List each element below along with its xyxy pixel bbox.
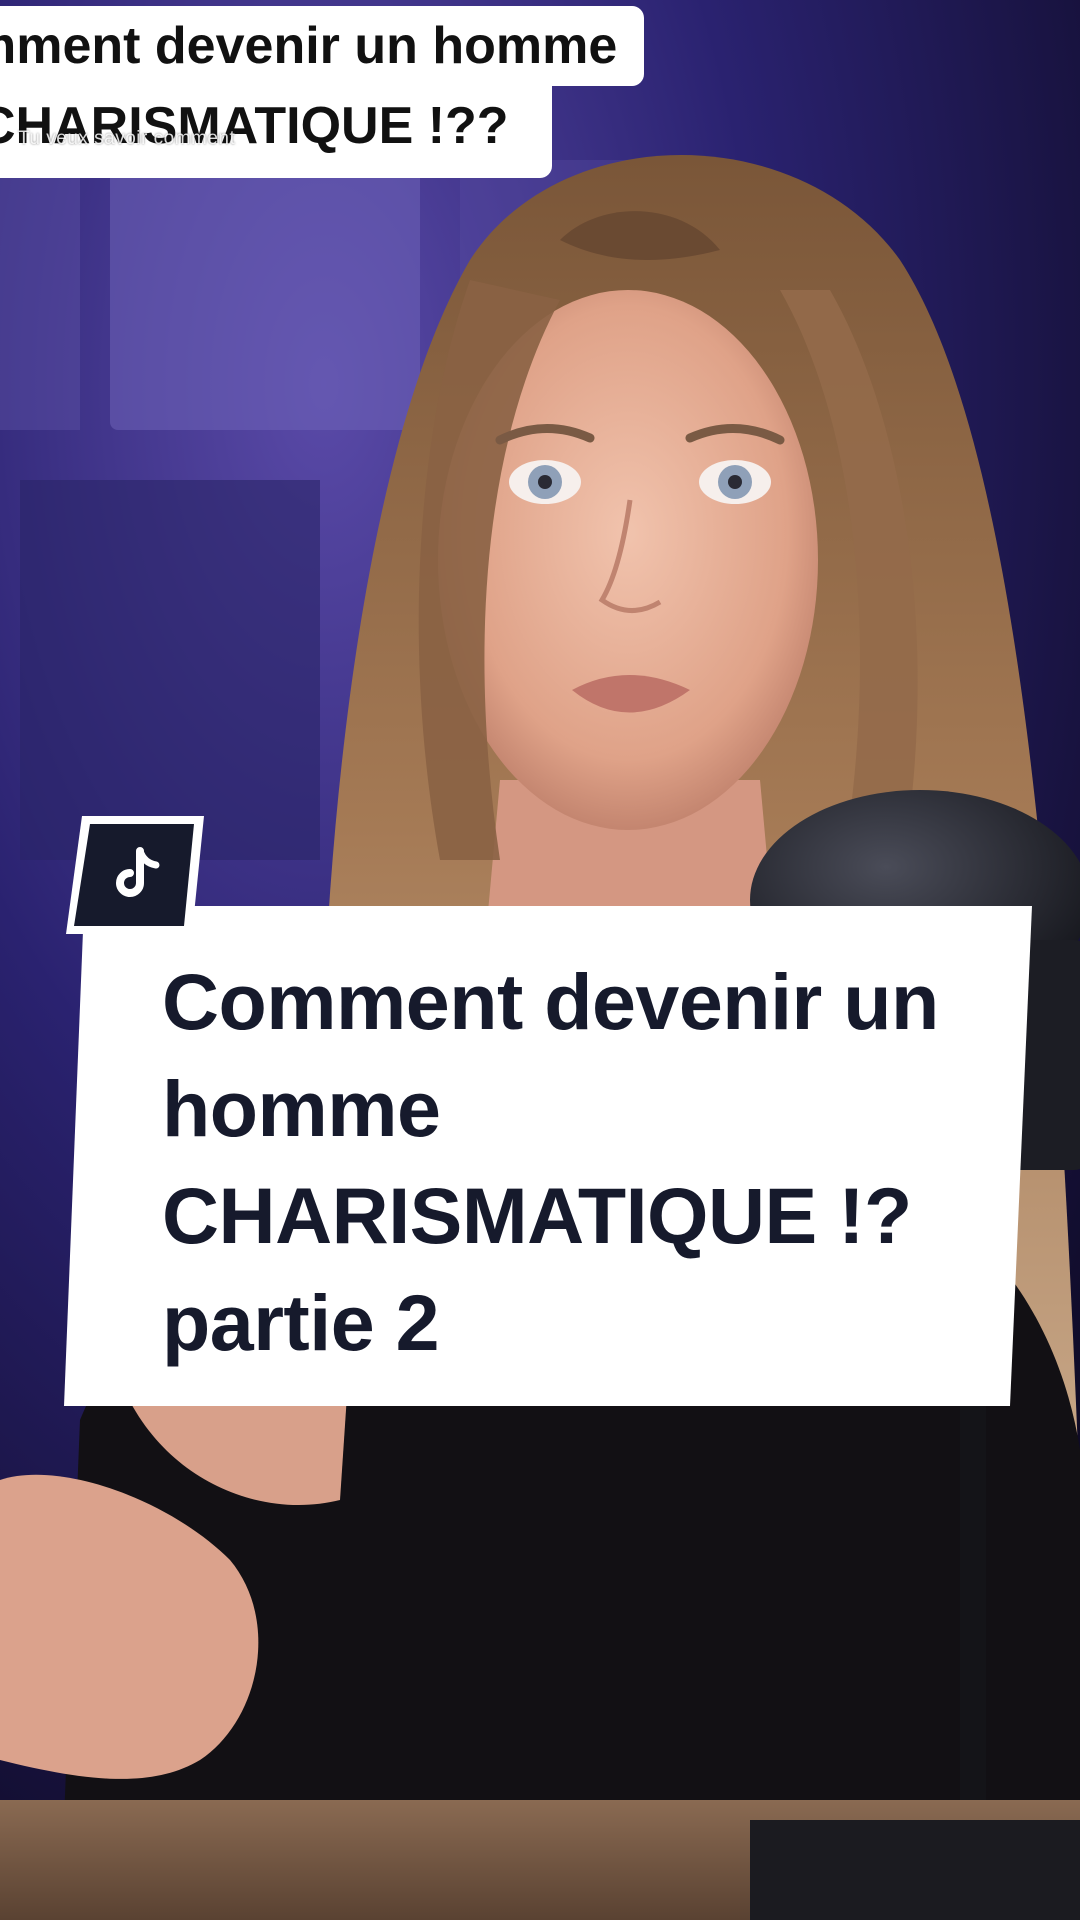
overlay-caption-line-1: mment devenir un homme — [0, 6, 644, 86]
tiktok-logo-icon — [66, 816, 204, 934]
title-card-text: Comment devenir un homme CHARISMATIQUE !… — [162, 948, 1002, 1376]
title-line-1: Comment devenir un — [162, 957, 939, 1046]
overlay-ghost-subtitle: Tu veux savoir comment — [18, 128, 236, 149]
video-frame[interactable]: mment devenir un homme CHARISMATIQUE !??… — [0, 0, 1080, 1920]
overlay-caption-text-2: CHARISMATIQUE !?? — [0, 97, 509, 155]
title-line-4: partie 2 — [162, 1278, 440, 1367]
title-line-2: homme — [162, 1064, 441, 1153]
overlay-caption-text-1: mment devenir un homme — [0, 17, 618, 75]
title-line-3: CHARISMATIQUE !? — [162, 1171, 912, 1260]
